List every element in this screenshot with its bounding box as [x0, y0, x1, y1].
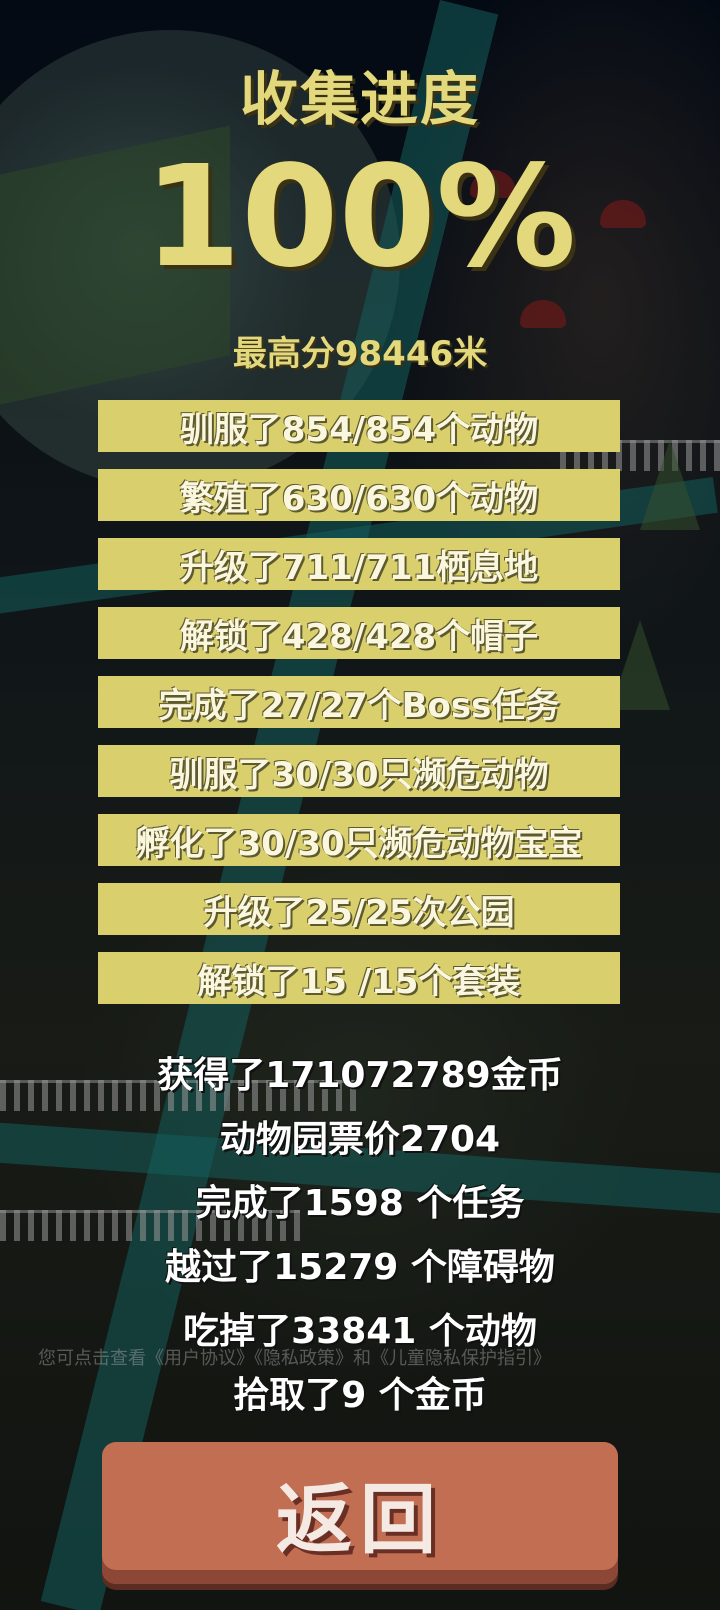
high-score: 最高分98446米 — [232, 334, 488, 374]
stat-ticket-price: 动物园票价2704 — [219, 1119, 501, 1160]
stat-bar-outfits: 解锁了15 /15个套装 — [98, 952, 620, 1004]
stat-bar-endangered: 驯服了30/30只濒危动物 — [98, 745, 620, 797]
stat-bar-tamed: 驯服了854/854个动物 — [98, 400, 620, 452]
back-button[interactable]: 返回 — [102, 1442, 618, 1584]
stat-bar-endangered-babies: 孵化了30/30只濒危动物宝宝 — [98, 814, 620, 866]
stat-bar-hats: 解锁了428/428个帽子 — [98, 607, 620, 659]
stat-bar-park-upgrades: 升级了25/25次公园 — [98, 883, 620, 935]
stat-bar-habitats: 升级了711/711栖息地 — [98, 538, 620, 590]
progress-percent: 100% — [143, 136, 577, 299]
stat-obstacles: 越过了15279 个障碍物 — [165, 1247, 555, 1288]
stat-coins-picked: 拾取了9 个金币 — [233, 1375, 487, 1416]
collection-progress-panel: 收集进度 100% 最高分98446米 驯服了854/854个动物 繁殖了630… — [0, 0, 720, 1610]
page-title: 收集进度 — [239, 65, 480, 133]
stat-missions-completed: 完成了1598 个任务 — [195, 1183, 525, 1224]
stat-bar-boss-missions: 完成了27/27个Boss任务 — [98, 676, 620, 728]
stat-bar-bred: 繁殖了630/630个动物 — [98, 469, 620, 521]
stat-coins-earned: 获得了171072789金币 — [157, 1055, 563, 1096]
